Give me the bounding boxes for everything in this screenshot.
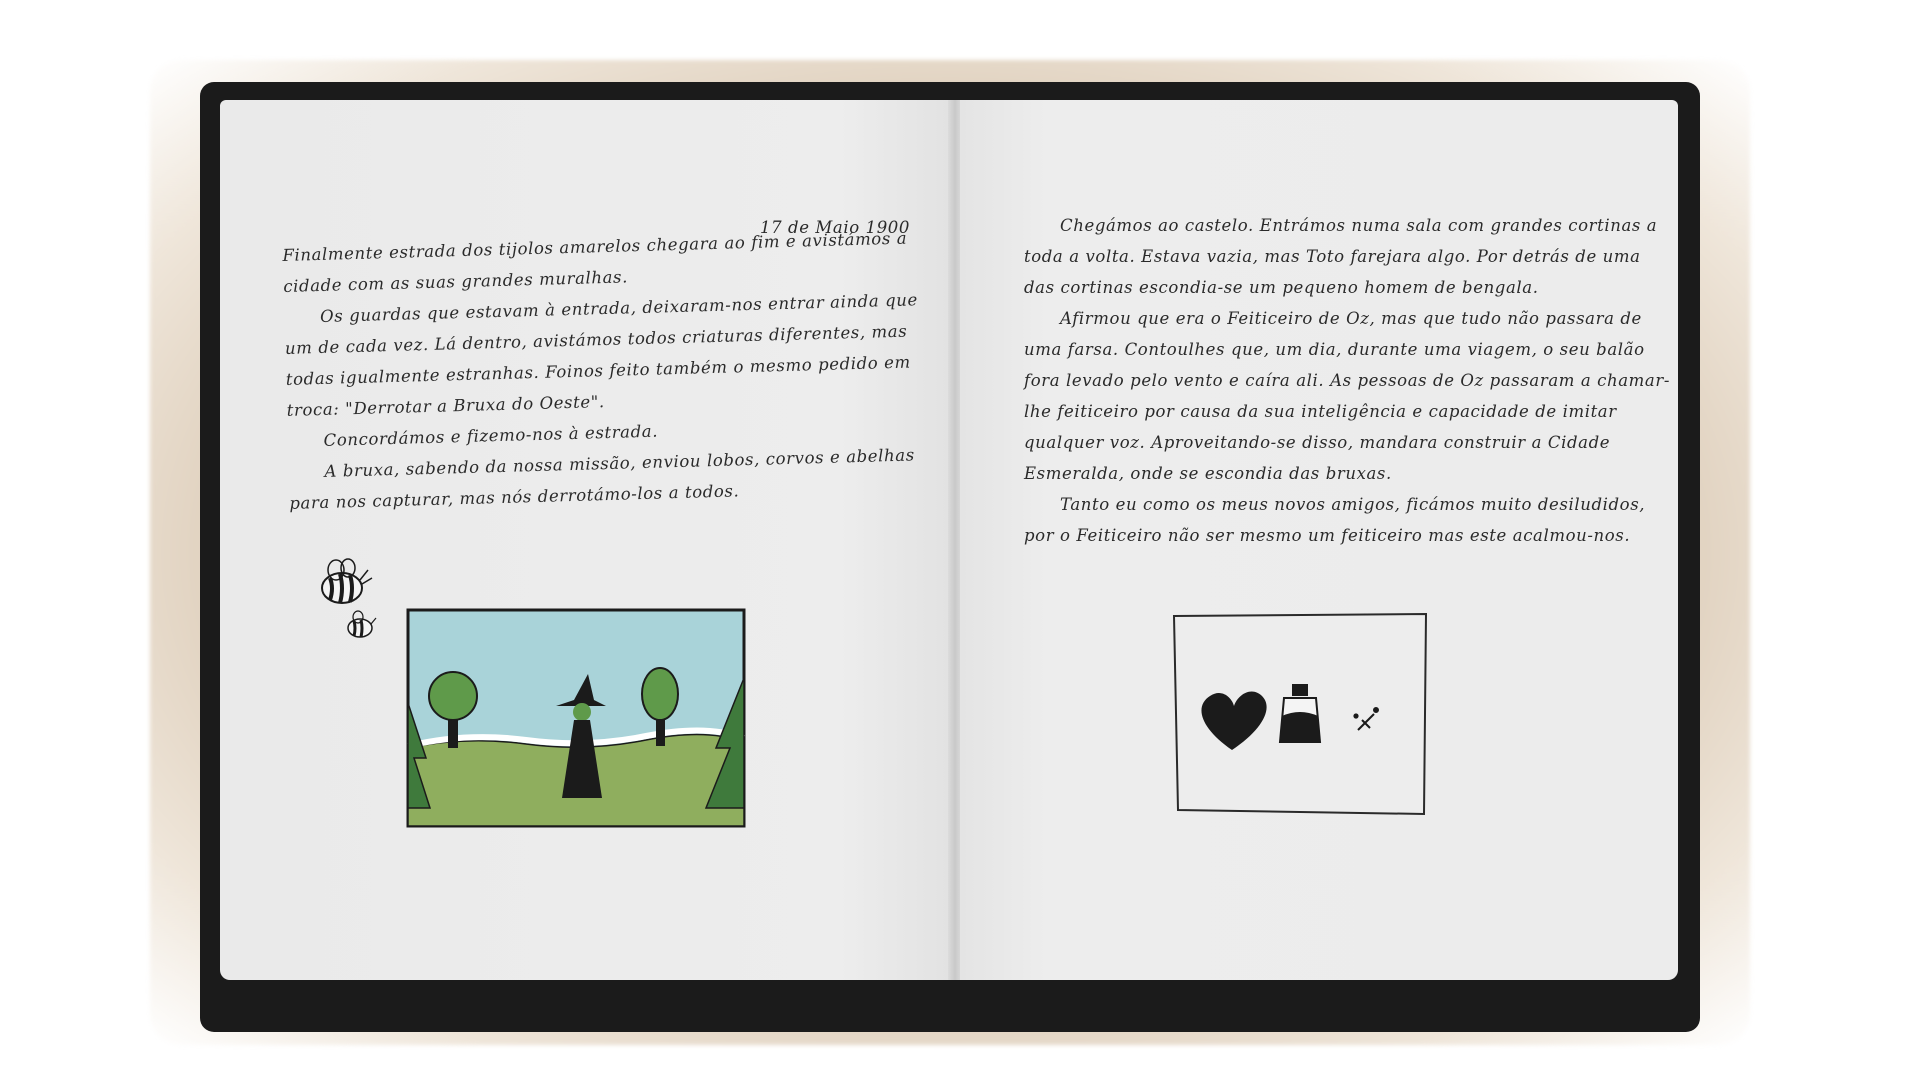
right-page-text: Chegámos ao castelo. Entrámos numa sala … <box>1024 210 1674 551</box>
bee-icon <box>321 558 373 604</box>
paragraph: Afirmou que era o Feiticeiro de Oz, mas … <box>1024 309 1671 483</box>
storybook-viewer: 17 de Maio 1900 Finalmente estrada dos t… <box>0 0 1920 1080</box>
bees-icon <box>321 558 377 638</box>
paragraph: Tanto eu como os meus novos amigos, ficá… <box>1024 495 1646 545</box>
paragraph: Os guardas que estavam à entrada, deixar… <box>284 290 919 420</box>
paragraph: Chegámos ao castelo. Entrámos numa sala … <box>1024 216 1658 297</box>
bee-icon <box>347 610 377 638</box>
left-page[interactable]: 17 de Maio 1900 Finalmente estrada dos t… <box>220 100 950 980</box>
right-page[interactable]: Chegámos ao castelo. Entrámos numa sala … <box>960 100 1678 980</box>
heart-jar-sparkle-drawing <box>1172 612 1428 816</box>
open-book: 17 de Maio 1900 Finalmente estrada dos t… <box>200 82 1700 1032</box>
witch-in-meadow-drawing <box>406 608 746 828</box>
left-page-text: Finalmente estrada dos tijolos amarelos … <box>282 222 930 519</box>
